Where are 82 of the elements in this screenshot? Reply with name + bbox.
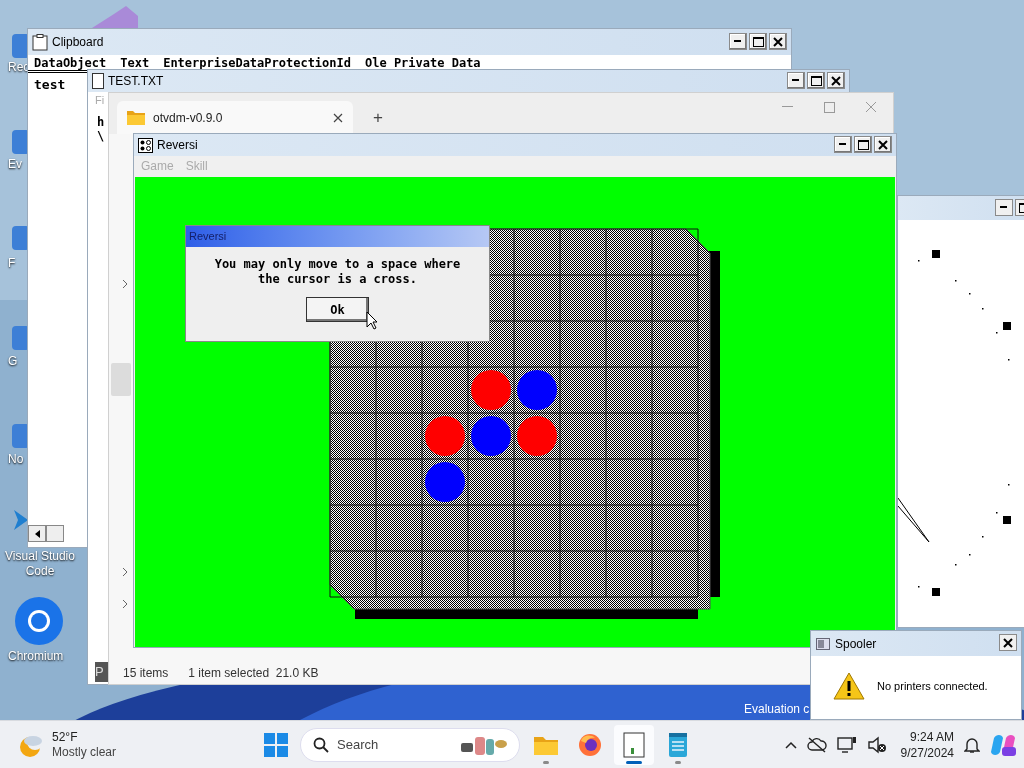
close-button[interactable] (827, 72, 845, 89)
minimize-button[interactable] (995, 199, 1013, 216)
minimize-button[interactable] (787, 72, 805, 89)
column-header: EnterpriseDataProtectionId (163, 56, 351, 70)
close-icon (773, 36, 783, 47)
maximize-icon (810, 75, 822, 86)
dialog-message: You may only move to a space where the cursor is a cross. (213, 257, 462, 287)
search-icon (313, 736, 329, 753)
status-text: 15 items (123, 665, 169, 682)
window-icon (623, 731, 645, 758)
desktop-icon-label: Chromium (8, 648, 64, 665)
minimize-button[interactable] (729, 33, 747, 50)
window-title: TEST.TXT (108, 73, 164, 90)
minimize-icon (1000, 206, 1008, 209)
bell-icon[interactable] (964, 735, 980, 754)
firefox-icon (578, 732, 602, 757)
maximize-button[interactable] (749, 33, 767, 50)
window-title: Spooler (835, 635, 877, 653)
close-icon[interactable] (333, 112, 343, 123)
scroll-left-button[interactable] (28, 525, 46, 542)
ok-button[interactable]: Ok (306, 297, 369, 322)
close-button[interactable] (769, 33, 787, 50)
window-title: Reversi (157, 137, 198, 154)
status-text: 1 item selected 21.0 KB (188, 665, 319, 682)
chevron-right-icon[interactable] (122, 567, 128, 577)
chevron-up-icon[interactable] (784, 740, 797, 749)
dialog-title: Reversi (189, 229, 227, 245)
clipboard-icon (32, 33, 48, 51)
column-header: DataObject (34, 56, 107, 70)
monitor-icon[interactable] (836, 735, 857, 754)
column-header: Text (120, 56, 150, 70)
minimize-button[interactable] (834, 136, 852, 153)
chevron-right-icon[interactable] (122, 279, 128, 289)
evaluation-notice: Evaluation c (744, 701, 810, 718)
notepad-icon (668, 731, 688, 758)
table-cell-text: test (33, 76, 67, 94)
warning-icon (833, 672, 865, 700)
window-title: Clipboard (52, 34, 104, 51)
speaker-muted-icon[interactable] (866, 735, 887, 754)
maximize-button[interactable] (807, 72, 825, 89)
folder-icon (127, 110, 145, 125)
close-button[interactable] (999, 634, 1017, 651)
taskbar-app-button[interactable] (614, 724, 654, 765)
minimize-icon (792, 79, 800, 82)
minimize-icon (734, 40, 742, 43)
minimize-icon (839, 143, 847, 146)
column-header: Ole Private Data (365, 56, 481, 70)
clock-date[interactable]: 9/27/2024 (900, 744, 954, 761)
search-field[interactable]: Search (337, 734, 451, 755)
desktop-icon-label: F (8, 255, 16, 272)
desktop-icon-label: Ev (8, 156, 22, 173)
maximize-button[interactable] (854, 136, 872, 153)
search-bar[interactable]: Search (300, 727, 520, 762)
close-icon (878, 139, 888, 150)
windows-logo-icon (264, 732, 288, 757)
close-icon (831, 75, 841, 86)
printer-window-icon (816, 637, 830, 650)
document-icon (92, 73, 104, 89)
scroll-thumb[interactable] (46, 525, 64, 542)
text-line: h (97, 114, 105, 129)
chevron-right-icon[interactable] (122, 599, 128, 609)
close-button[interactable] (874, 136, 892, 153)
status-text: P (95, 662, 108, 682)
new-tab-button[interactable]: + (367, 101, 389, 134)
maximize-icon (857, 139, 869, 150)
weather-condition: Mostly clear (52, 744, 116, 760)
desktop-icon-label: No (8, 451, 24, 468)
temperature-text: 52°F (52, 729, 79, 745)
browser-tab[interactable]: otvdm-v0.9.0 (117, 101, 353, 134)
cursor-icon (366, 311, 378, 330)
message-text: No printers connected. (877, 678, 988, 694)
clock-time[interactable]: 9:24 AM (909, 728, 954, 745)
left-arrow-icon (34, 529, 40, 538)
desktop-icon-label: Visual Studio Code (4, 549, 76, 579)
text-line: \ (97, 128, 105, 143)
scrollbar-thumb[interactable] (111, 363, 131, 396)
maximize-icon (752, 36, 764, 47)
close-icon (1003, 637, 1013, 648)
browser-icon (14, 596, 64, 646)
desktop-icon-label: G (8, 353, 18, 370)
cloud-off-icon[interactable] (806, 736, 827, 753)
dice-icon (138, 137, 153, 153)
